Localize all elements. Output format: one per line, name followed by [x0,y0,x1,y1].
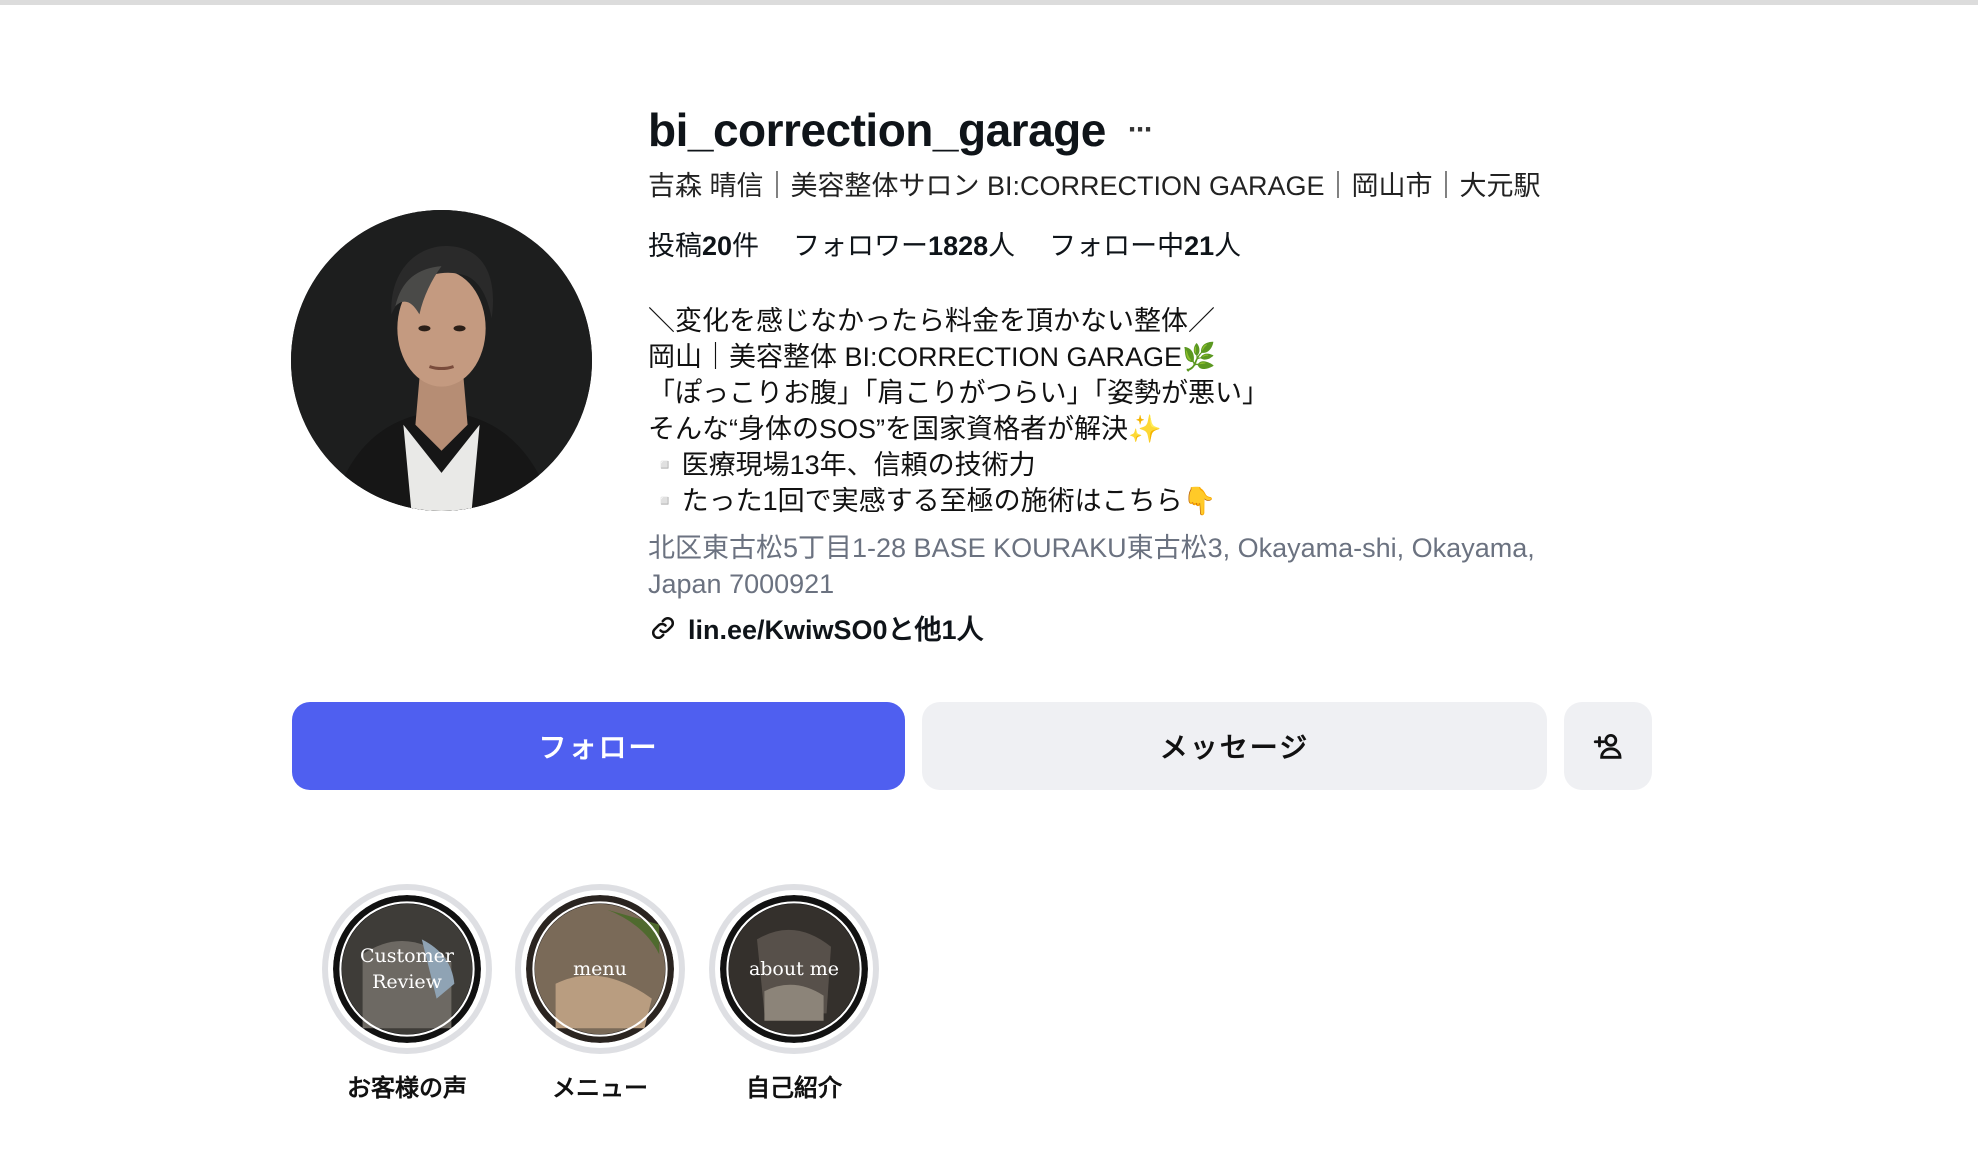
highlight-ring: Customer Review [322,884,492,1054]
profile-link-text[interactable]: lin.ee/KwiwSO0と他1人 [688,608,984,647]
highlight-cover: Customer Review [333,895,481,1043]
highlight-item[interactable]: menu メニュー [515,884,685,1103]
profile-address[interactable]: 北区東古松5丁目1-28 BASE KOURAKU東古松3, Okayama-s… [648,530,1588,602]
highlight-ring: about me [709,884,879,1054]
posts-count[interactable]: 投稿20件 [648,226,759,266]
profile-link[interactable]: lin.ee/KwiwSO0と他1人 [648,608,984,647]
message-button[interactable]: メッセージ [922,702,1547,790]
bio-line: そんな“身体のSOS”を国家資格者が解決✨ [648,414,1162,444]
bio-line: 「ぽっこりお腹」「肩こりがつらい」「姿勢が悪い」 [648,378,1269,408]
highlight-item[interactable]: Customer Review お客様の声 [322,884,492,1103]
following-count[interactable]: フォロー中21人 [1049,226,1241,266]
profile-stats: 投稿20件 フォロワー1828人 フォロー中21人 [648,226,1275,266]
highlight-label: メニュー [552,1075,648,1102]
bio-line: ＼変化を感じなかったら料金を頂かない整体／ [648,306,1215,336]
top-divider [0,0,1978,5]
highlight-caption: menu [573,958,627,980]
link-icon [651,616,675,639]
profile-avatar[interactable] [291,210,592,511]
username: bi_correction_garage [648,104,1106,156]
bio-line: ▫️医療現場13年、信頼の技術力 [648,450,1036,480]
highlight-caption: Customer Review [360,945,454,993]
followers-count[interactable]: フォロワー1828人 [793,226,1015,266]
add-person-icon [1593,733,1622,759]
profile-full-name: 吉森 晴信｜美容整体サロン BI:CORRECTION GARAGE｜岡山市｜大… [648,171,1541,201]
bio-line: ▫️たった1回で実感する至極の施術はこちら👇 [648,486,1217,516]
follow-button[interactable]: フォロー [292,702,905,790]
highlight-label: 自己紹介 [746,1075,842,1102]
highlight-caption: about me [748,958,840,980]
highlight-label: お客様の声 [347,1075,467,1102]
avatar-photo [291,210,592,511]
username-row: bi_correction_garage ··· [648,100,1154,160]
highlight-item[interactable]: about me 自己紹介 [709,884,879,1103]
highlight-cover: menu [526,895,674,1043]
bio-line: 岡山｜美容整体 BI:CORRECTION GARAGE🌿 [648,342,1216,372]
ellipsis-icon[interactable]: ··· [1128,100,1154,160]
profile-bio: ＼変化を感じなかったら料金を頂かない整体／ 岡山｜美容整体 BI:CORRECT… [648,303,1269,519]
suggested-accounts-button[interactable] [1564,702,1652,790]
highlight-ring: menu [515,884,685,1054]
highlight-cover: about me [720,895,868,1043]
